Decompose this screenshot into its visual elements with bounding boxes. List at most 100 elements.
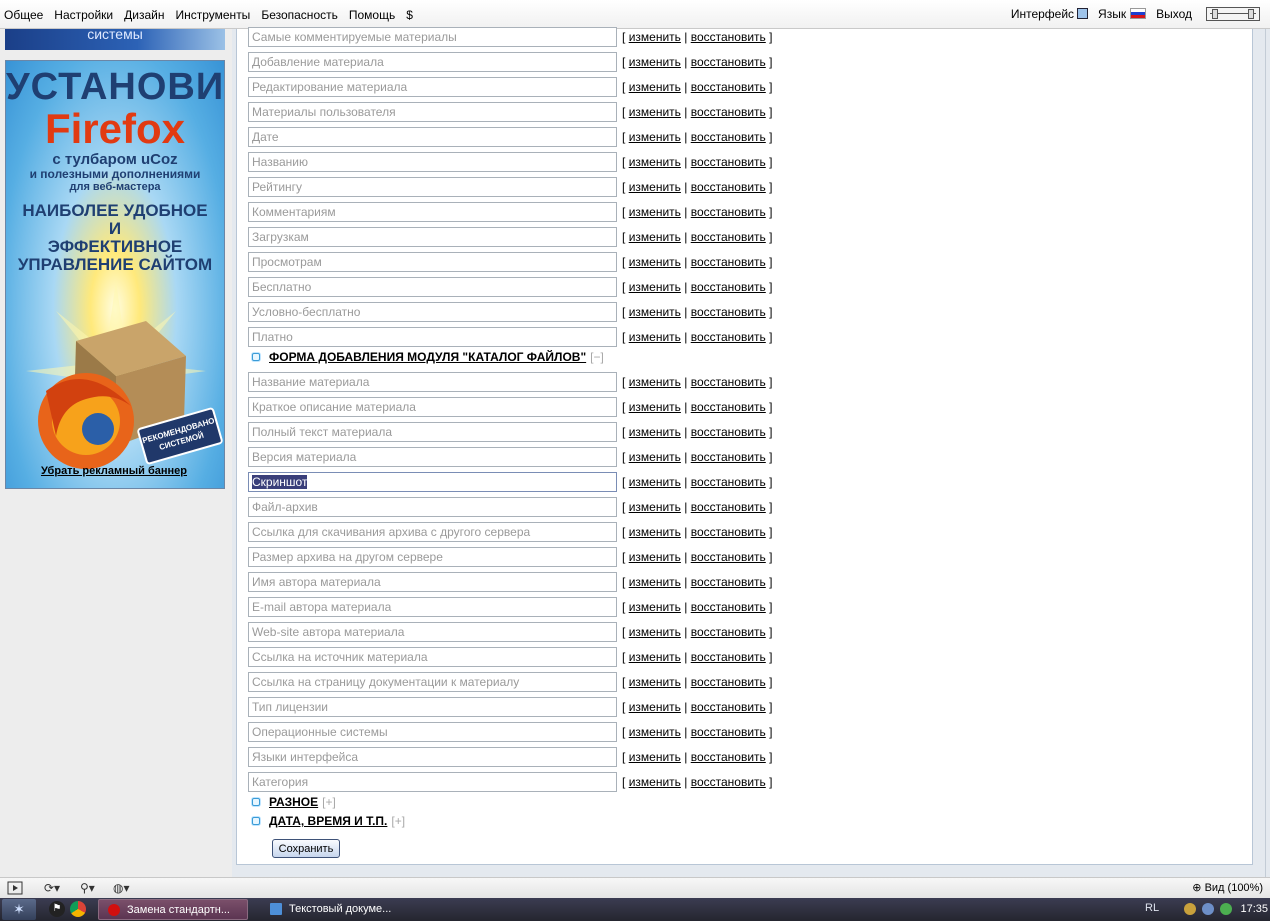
restore-link[interactable]: восстановить — [691, 255, 766, 269]
edit-link[interactable]: изменить — [629, 500, 681, 514]
field-name-input[interactable]: Бесплатно — [248, 277, 617, 297]
edit-link[interactable]: изменить — [629, 700, 681, 714]
edit-link[interactable]: изменить — [629, 30, 681, 44]
restore-link[interactable]: восстановить — [691, 425, 766, 439]
restore-link[interactable]: восстановить — [691, 180, 766, 194]
firefox-ad-banner[interactable]: УСТАНОВИ Firefox с тулбаром uCoz и полез… — [5, 60, 225, 489]
edit-link[interactable]: изменить — [629, 230, 681, 244]
restore-link[interactable]: восстановить — [691, 55, 766, 69]
field-name-input[interactable]: Web-site автора материала — [248, 622, 617, 642]
restore-link[interactable]: восстановить — [691, 650, 766, 664]
start-button[interactable]: ✶ — [2, 899, 36, 920]
edit-link[interactable]: изменить — [629, 575, 681, 589]
restore-link[interactable]: восстановить — [691, 105, 766, 119]
edit-link[interactable]: изменить — [629, 180, 681, 194]
section-title[interactable]: РАЗНОЕ — [269, 795, 318, 809]
restore-link[interactable]: восстановить — [691, 305, 766, 319]
interface-toggle[interactable]: Интерфейс — [1011, 7, 1089, 21]
edit-link[interactable]: изменить — [629, 750, 681, 764]
menu-tools[interactable]: Инструменты — [175, 8, 250, 22]
edit-link[interactable]: изменить — [629, 475, 681, 489]
zoom-control[interactable]: ⊕ Вид (100%) — [1192, 881, 1263, 894]
edit-link[interactable]: изменить — [629, 305, 681, 319]
restore-link[interactable]: восстановить — [691, 625, 766, 639]
restore-link[interactable]: восстановить — [691, 750, 766, 764]
save-button[interactable]: Сохранить — [272, 839, 340, 858]
edit-link[interactable]: изменить — [629, 450, 681, 464]
restore-link[interactable]: восстановить — [691, 600, 766, 614]
edit-link[interactable]: изменить — [629, 80, 681, 94]
restore-link[interactable]: восстановить — [691, 575, 766, 589]
restore-link[interactable]: восстановить — [691, 155, 766, 169]
language-indicator[interactable]: RL — [1145, 902, 1159, 914]
field-name-input[interactable]: Комментариям — [248, 202, 617, 222]
section-title[interactable]: ДАТА, ВРЕМЯ И Т.П. — [269, 814, 387, 828]
restore-link[interactable]: восстановить — [691, 375, 766, 389]
field-name-input[interactable]: Название материала — [248, 372, 617, 392]
exit-link[interactable]: Выход — [1156, 7, 1192, 21]
edit-link[interactable]: изменить — [629, 600, 681, 614]
restore-link[interactable]: восстановить — [691, 675, 766, 689]
field-name-input[interactable]: E-mail автора материала — [248, 597, 617, 617]
restore-link[interactable]: восстановить — [691, 280, 766, 294]
field-name-input[interactable]: Ссылка на источник материала — [248, 647, 617, 667]
edit-link[interactable]: изменить — [629, 55, 681, 69]
field-name-input[interactable]: Просмотрам — [248, 252, 617, 272]
field-name-input[interactable]: Категория — [248, 772, 617, 792]
language-switch[interactable]: Язык — [1098, 7, 1147, 21]
restore-link[interactable]: восстановить — [691, 130, 766, 144]
restore-link[interactable]: восстановить — [691, 500, 766, 514]
panel-toggle-icon[interactable] — [7, 881, 23, 895]
field-name-input[interactable]: Условно-бесплатно — [248, 302, 617, 322]
share-icon[interactable]: ⚲▾ — [80, 881, 95, 895]
field-name-input[interactable]: Скриншот — [248, 472, 617, 492]
collapse-toggle[interactable]: [−] — [590, 350, 604, 364]
field-name-input[interactable]: Материалы пользователя — [248, 102, 617, 122]
field-name-input[interactable]: Полный текст материала — [248, 422, 617, 442]
section-datetime[interactable]: ДАТА, ВРЕМЯ И Т.П. [+] — [252, 812, 405, 830]
field-name-input[interactable]: Тип лицензии — [248, 697, 617, 717]
restore-link[interactable]: восстановить — [691, 230, 766, 244]
field-name-input[interactable]: Загрузкам — [248, 227, 617, 247]
edit-link[interactable]: изменить — [629, 625, 681, 639]
restore-link[interactable]: восстановить — [691, 205, 766, 219]
field-name-input[interactable]: Имя автора материала — [248, 572, 617, 592]
restore-link[interactable]: восстановить — [691, 775, 766, 789]
quicklaunch-app-icon[interactable]: ⚑ — [49, 901, 65, 917]
field-name-input[interactable]: Операционные системы — [248, 722, 617, 742]
edit-link[interactable]: изменить — [629, 105, 681, 119]
menu-security[interactable]: Безопасность — [261, 8, 338, 22]
field-name-input[interactable]: Ссылка на страницу документации к матери… — [248, 672, 617, 692]
field-name-input[interactable]: Добавление материала — [248, 52, 617, 72]
section-file-catalog-form[interactable]: ФОРМА ДОБАВЛЕНИЯ МОДУЛЯ "КАТАЛОГ ФАЙЛОВ"… — [252, 348, 604, 366]
chrome-icon[interactable] — [70, 901, 86, 917]
restore-link[interactable]: восстановить — [691, 525, 766, 539]
field-name-input[interactable]: Ссылка для скачивания архива с другого с… — [248, 522, 617, 542]
edit-link[interactable]: изменить — [629, 425, 681, 439]
expand-toggle[interactable]: [+] — [391, 814, 405, 828]
field-name-input[interactable]: Размер архива на другом сервере — [248, 547, 617, 567]
field-name-input[interactable]: Версия материала — [248, 447, 617, 467]
slider-left-handle[interactable] — [1212, 9, 1218, 19]
edit-link[interactable]: изменить — [629, 155, 681, 169]
menu-help[interactable]: Помощь — [349, 8, 395, 22]
restore-link[interactable]: восстановить — [691, 550, 766, 564]
tray-network-icon[interactable] — [1202, 903, 1214, 915]
width-slider[interactable] — [1206, 7, 1260, 21]
menu-dollar[interactable]: $ — [406, 8, 413, 22]
field-name-input[interactable]: Названию — [248, 152, 617, 172]
edit-link[interactable]: изменить — [629, 650, 681, 664]
slider-right-handle[interactable] — [1248, 9, 1254, 19]
edit-link[interactable]: изменить — [629, 130, 681, 144]
globe-icon[interactable]: ◍▾ — [113, 881, 130, 895]
taskbar-item-text-document[interactable]: Текстовый докуме... — [261, 899, 411, 920]
edit-link[interactable]: изменить — [629, 205, 681, 219]
field-name-input[interactable]: Файл-архив — [248, 497, 617, 517]
field-name-input[interactable]: Краткое описание материала — [248, 397, 617, 417]
restore-link[interactable]: восстановить — [691, 30, 766, 44]
edit-link[interactable]: изменить — [629, 280, 681, 294]
restore-link[interactable]: восстановить — [691, 400, 766, 414]
menu-design[interactable]: Дизайн — [124, 8, 164, 22]
top-banner-fragment[interactable]: системы — [5, 29, 225, 50]
field-name-input[interactable]: Рейтингу — [248, 177, 617, 197]
